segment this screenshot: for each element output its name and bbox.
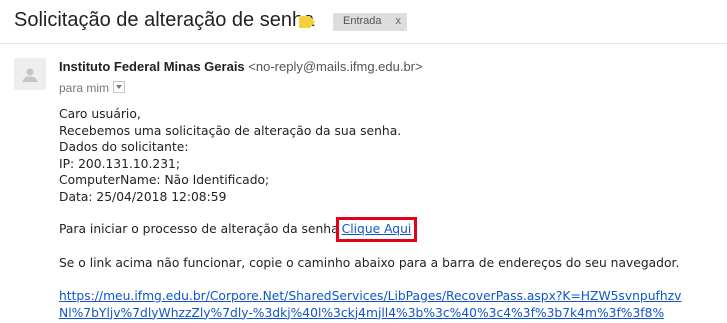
recipient-text: para mim	[59, 81, 110, 95]
sender-email: <no-reply@mails.ifmg.edu.br>	[248, 59, 423, 74]
header-divider	[0, 43, 727, 44]
clique-aqui-link[interactable]: Clique Aqui	[342, 222, 412, 236]
reset-instruction-text: Para iniciar o processo de alteração da …	[59, 222, 339, 236]
email-body: Caro usuário, Recebemos uma solicitação …	[59, 106, 727, 321]
requester-ip: IP: 200.131.10.231;	[59, 156, 181, 171]
recovery-url-line-2[interactable]: Nl%7bYljv%7dlyWhzzZly%7dly-%3dkj%40l%3ck…	[59, 305, 727, 322]
label-chip-entrada[interactable]: Entrada x	[333, 13, 407, 31]
request-date: Data: 25/04/2018 12:08:59	[59, 189, 227, 204]
recovery-url-line-1[interactable]: https://meu.ifmg.edu.br/Corpore.Net/Shar…	[59, 288, 727, 305]
remove-label-icon[interactable]: x	[396, 15, 402, 28]
person-icon	[22, 68, 38, 82]
importance-marker-icon[interactable]	[299, 16, 315, 28]
email-subject: Solicitação de alteração de senha	[14, 9, 315, 31]
requester-computer-name: ComputerName: Não Identificado;	[59, 173, 270, 187]
highlighted-link-box: Clique Aqui	[335, 217, 418, 242]
email-header: Solicitação de alteração de senha Entrad…	[0, 0, 727, 44]
fallback-instruction: Se o link acima não funcionar, copie o c…	[59, 255, 680, 270]
chevron-down-icon[interactable]	[113, 81, 126, 93]
greeting: Caro usuário,	[59, 107, 141, 121]
recipient-line: para mim	[59, 81, 126, 95]
label-text: Entrada	[343, 15, 382, 27]
sender-name[interactable]: Instituto Federal Minas Gerais	[59, 59, 245, 74]
request-message: Recebemos uma solicitação de alteração d…	[59, 123, 402, 138]
avatar[interactable]	[14, 58, 46, 90]
requester-data-heading: Dados do solicitante:	[59, 140, 189, 154]
reset-instruction-line: Para iniciar o processo de alteração da …	[59, 217, 727, 242]
sender-line: Instituto Federal Minas Gerais <no-reply…	[59, 59, 423, 74]
